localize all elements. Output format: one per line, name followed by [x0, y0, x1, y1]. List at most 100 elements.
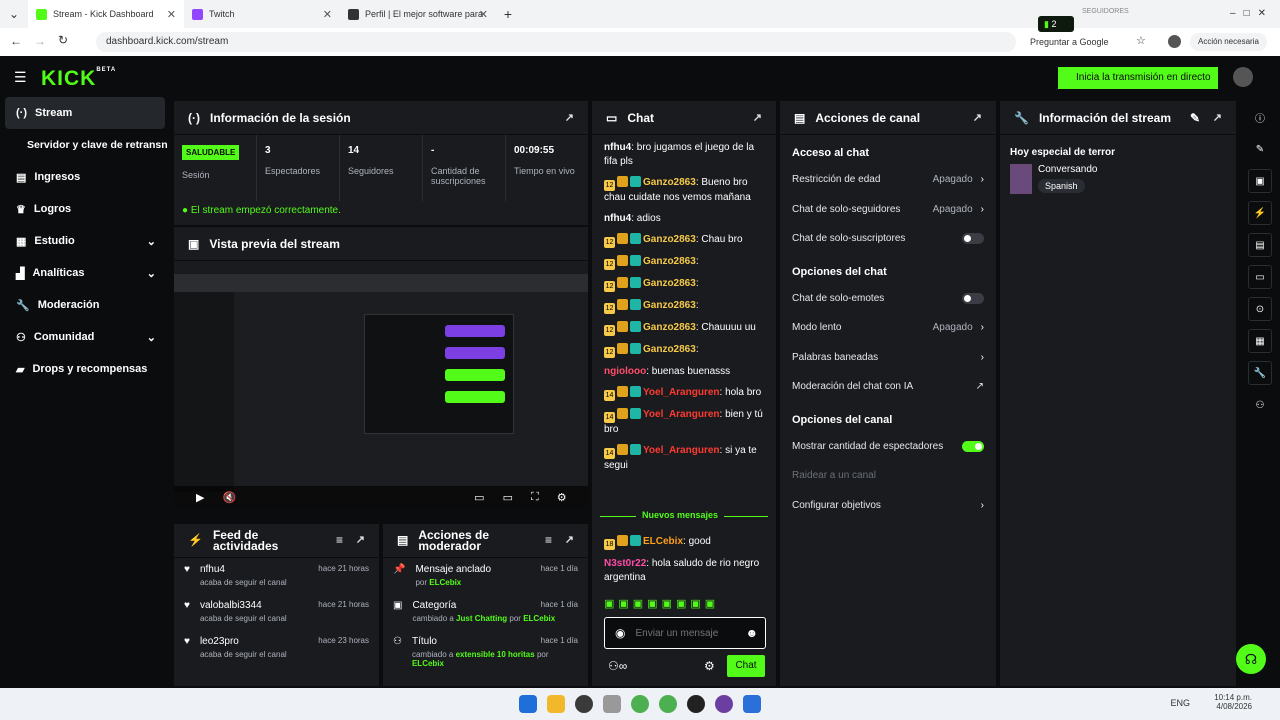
sidebar-item-analytics[interactable]: ▟ Analíticas ⌄ [0, 257, 170, 289]
edit-icon[interactable]: ✎ [1190, 111, 1200, 125]
chat-bubble-icon[interactable]: ▭ [1248, 265, 1272, 289]
channel-setting-row[interactable]: Modo lento Apagado › [780, 313, 996, 343]
popout-icon[interactable]: ↗ [753, 111, 762, 124]
popout-icon[interactable]: ↗ [565, 535, 574, 546]
emote-bar[interactable]: ▣▣▣▣▣▣▣▣ [604, 597, 719, 610]
sidebar-item-studio[interactable]: ▦ Estudio ⌄ [0, 225, 170, 257]
channel-setting-row[interactable]: Restricción de edad Apagado › [780, 165, 996, 195]
filter-icon[interactable]: ≡ [545, 534, 552, 546]
emoji-icon[interactable]: ☻ [745, 626, 758, 640]
close-icon[interactable]: ✕ [479, 8, 488, 21]
pip-icon[interactable]: ▭ [474, 491, 484, 504]
reload-icon[interactable]: ↻ [58, 33, 68, 47]
chat-send-button[interactable]: Chat [727, 655, 765, 677]
play-icon[interactable]: ▶ [196, 491, 204, 504]
chrome-profile-icon[interactable] [659, 695, 677, 713]
channel-setting-row[interactable]: Palabras baneadas › [780, 343, 996, 373]
user-avatar[interactable] [1233, 67, 1253, 87]
chat-username[interactable]: Ganzo2863 [643, 300, 696, 311]
profile-avatar[interactable] [1168, 35, 1181, 48]
tab-kick-dashboard[interactable]: Stream - Kick Dashboard ✕ [28, 0, 184, 28]
file-explorer-icon[interactable] [547, 695, 565, 713]
stream-preview-video[interactable]: ▶ 🔇 ▭ ▭ ⛶ ⚙ [174, 274, 588, 508]
app-blue-icon[interactable] [743, 695, 761, 713]
app-purple-icon[interactable] [715, 695, 733, 713]
chrome-icon[interactable] [631, 695, 649, 713]
chat-username[interactable]: N3st0r22 [604, 558, 646, 569]
menu-icon[interactable]: ☰ [14, 69, 27, 86]
channel-setting-row[interactable]: Chat de solo-seguidores Apagado › [780, 195, 996, 225]
channel-icon[interactable]: ▦ [1248, 329, 1272, 353]
popout-icon[interactable]: ↗ [973, 111, 982, 124]
action-needed-button[interactable]: Acción necesaria [1190, 33, 1267, 51]
fullscreen-icon[interactable]: ⛶ [531, 491, 539, 504]
go-live-button[interactable]: Inicia la transmisión en directo [1058, 67, 1218, 89]
obs-icon[interactable] [687, 695, 705, 713]
popout-icon[interactable]: ↗ [565, 111, 574, 124]
popout-icon[interactable]: ↗ [356, 535, 365, 546]
tab-perfil[interactable]: Perfil | El mejor software para p ✕ [340, 0, 496, 28]
window-controls[interactable]: –□✕ [1230, 8, 1274, 19]
community-points-icon[interactable]: ⚇∞ [608, 659, 627, 673]
sidebar-item-achievements[interactable]: ♛ Logros [0, 193, 170, 225]
channel-setting-row[interactable]: Mostrar cantidad de espectadores [780, 432, 996, 462]
clock[interactable]: 10:14 p.m. 4/08/2026 [1214, 693, 1252, 711]
chat-username[interactable]: Yoel_Aranguren [643, 445, 720, 456]
wrench-icon[interactable]: 🔧 [1248, 361, 1272, 385]
chat-input-box[interactable]: ◉ ☻ [604, 617, 766, 649]
setting-toggle[interactable] [962, 292, 984, 304]
filter-icon[interactable]: ≡ [336, 534, 343, 546]
mute-icon[interactable]: 🔇 [222, 491, 236, 504]
chat-username[interactable]: nfhu4 [604, 213, 631, 224]
windows-start-icon[interactable] [519, 695, 537, 713]
clipboard-icon[interactable]: ▤ [1248, 233, 1272, 257]
kick-logo[interactable]: KICKBETA [41, 67, 116, 91]
chat-input[interactable] [635, 627, 736, 639]
add-widget-icon[interactable]: ⚇ [1248, 393, 1272, 417]
sidebar-item-income[interactable]: ▤ Ingresos [0, 161, 170, 193]
chat-username[interactable]: Ganzo2863 [643, 256, 696, 267]
chat-username[interactable]: Yoel_Aranguren [643, 387, 720, 398]
tab-twitch[interactable]: Twitch ✕ [184, 0, 340, 28]
chat-settings-icon[interactable]: ⚙ [704, 659, 715, 673]
setting-toggle[interactable] [962, 233, 984, 245]
chat-username[interactable]: Ganzo2863 [643, 278, 696, 289]
info-icon[interactable]: ⓘ [1248, 105, 1272, 129]
channel-setting-row[interactable]: Chat de solo-emotes [780, 284, 996, 314]
sidebar-item-stream[interactable]: (·) Stream [5, 97, 165, 129]
close-icon[interactable]: ✕ [167, 8, 176, 21]
chat-username[interactable]: nfhu4 [604, 142, 631, 153]
sidebar-item-community[interactable]: ⚇ Comunidad ⌄ [0, 321, 170, 353]
broadcast-icon[interactable]: ⊙ [1248, 297, 1272, 321]
channel-setting-row[interactable]: Moderación del chat con IA ↗ [780, 372, 996, 402]
chat-username[interactable]: Ganzo2863 [643, 344, 696, 355]
emote-picker-icon[interactable]: ◉ [615, 626, 625, 640]
chat-username[interactable]: ngiolooo [604, 366, 646, 377]
tab-search-icon[interactable]: ⌄ [0, 7, 28, 21]
back-icon[interactable]: ← [10, 34, 22, 48]
close-icon[interactable]: ✕ [323, 8, 332, 21]
support-headset-icon[interactable]: ☊ [1236, 644, 1266, 674]
sidebar-item-drops[interactable]: ▰ Drops y recompensas [0, 353, 170, 385]
language-indicator[interactable]: ENG [1170, 698, 1190, 708]
popout-icon[interactable]: ↗ [1213, 111, 1222, 124]
chat-username[interactable]: ELCebix [643, 536, 683, 547]
bolt-icon[interactable]: ⚡ [1248, 201, 1272, 225]
bookmark-icon[interactable]: ☆ [1136, 34, 1146, 47]
sidebar-item-moderation[interactable]: 🔧 Moderación [0, 289, 170, 321]
forward-icon[interactable]: → [34, 34, 46, 48]
theater-icon[interactable]: ▭ [503, 491, 513, 504]
channel-setting-row[interactable]: Configurar objetivos › [780, 491, 996, 521]
new-tab-icon[interactable]: + [496, 6, 520, 22]
chat-username[interactable]: Yoel_Aranguren [643, 409, 720, 420]
url-field[interactable]: dashboard.kick.com/stream [96, 32, 1016, 52]
mouse-app-icon[interactable] [603, 695, 621, 713]
chat-username[interactable]: Ganzo2863 [643, 322, 696, 333]
channel-setting-row[interactable]: Chat de solo-suscriptores [780, 224, 996, 254]
sidebar-item-server-key[interactable]: Servidor y clave de retransn [0, 129, 170, 161]
app-icon[interactable] [575, 695, 593, 713]
chat-username[interactable]: Ganzo2863 [643, 234, 696, 245]
setting-toggle[interactable] [962, 440, 984, 452]
ask-google-button[interactable]: Preguntar a Google [1030, 37, 1109, 47]
edit-icon[interactable]: ✎ [1248, 137, 1272, 161]
